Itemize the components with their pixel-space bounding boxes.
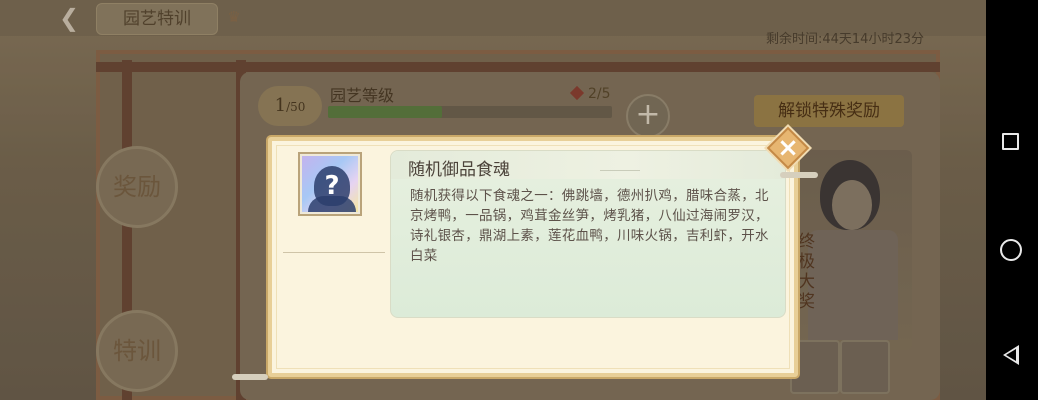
close-button[interactable]: × — [766, 126, 810, 170]
triangle-back-icon-inner — [1006, 349, 1016, 361]
item-description: 随机获得以下食魂之一：佛跳墙，德州扒鸡，腊味合蒸，北京烤鸭，一品锅，鸡茸金丝笋，… — [410, 188, 769, 264]
header-decoration — [600, 170, 640, 171]
system-navigation-bar — [986, 0, 1038, 400]
square-recents-icon[interactable] — [1002, 133, 1019, 150]
mystery-question-icon: ? — [324, 171, 340, 201]
item-name: 随机御品食魂 — [408, 160, 510, 180]
item-icon-frame: ? — [298, 152, 362, 216]
icon-divider — [283, 252, 385, 253]
circle-home-icon[interactable] — [1000, 239, 1022, 261]
close-icon: × — [777, 133, 799, 163]
scroll-handle-left — [232, 374, 268, 380]
item-icon-background: ? — [302, 156, 358, 212]
scroll-handle-right — [780, 172, 818, 178]
